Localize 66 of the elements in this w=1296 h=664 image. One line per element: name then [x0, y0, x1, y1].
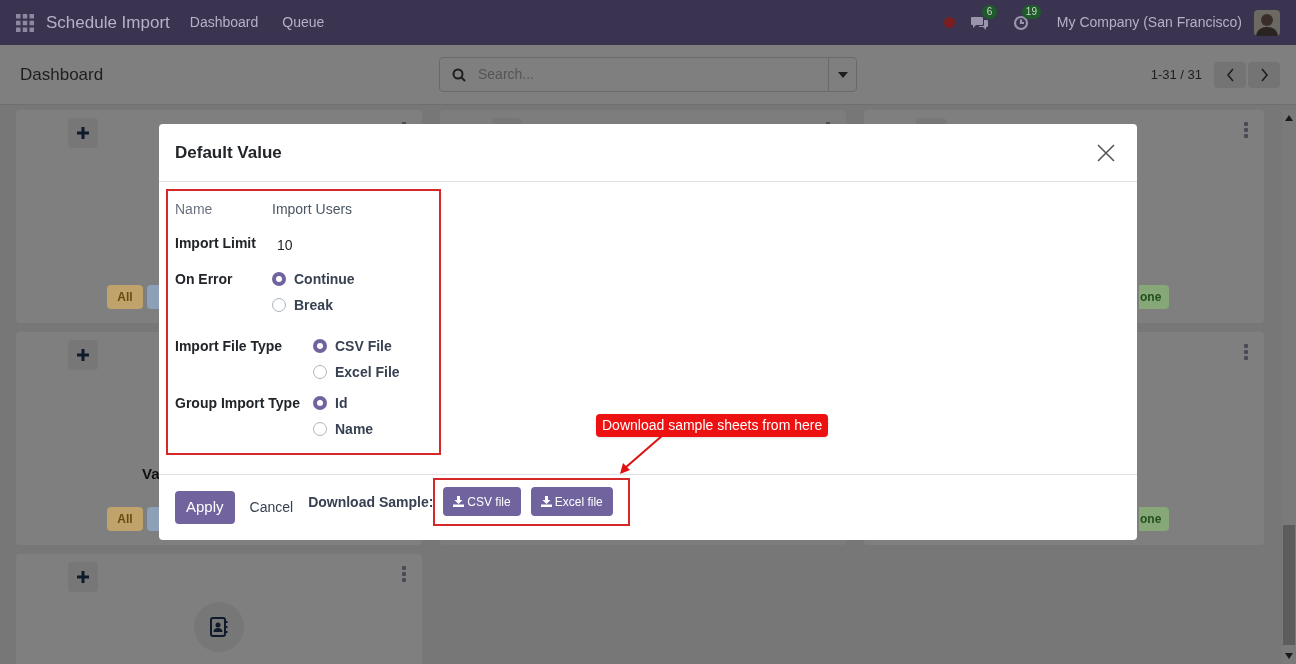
scroll-down-icon[interactable]	[1285, 653, 1293, 659]
field-label: Group Import Type	[175, 394, 301, 412]
pager-value: 1-31 / 31	[1150, 65, 1202, 84]
contact-book-icon	[194, 602, 244, 652]
dialog-title: Default Value	[175, 141, 283, 164]
add-button[interactable]	[68, 118, 98, 148]
app-title[interactable]: Schedule Import	[46, 9, 170, 36]
option-label[interactable]: Name	[335, 420, 374, 438]
menu-item[interactable]: Dashboard	[189, 12, 259, 33]
apply-button[interactable]: Apply	[175, 491, 235, 524]
tag-badge: All	[107, 507, 143, 531]
plus-icon	[77, 127, 89, 139]
number-field[interactable]: 10	[272, 236, 392, 254]
count-badge: 6	[981, 4, 998, 19]
field-label: Import Limit	[175, 234, 257, 252]
company-switcher[interactable]: My Company (San Francisco)	[1056, 12, 1242, 33]
radio-button[interactable]	[272, 272, 286, 286]
radio-button[interactable]	[313, 365, 327, 379]
plus-icon	[77, 349, 89, 361]
search-icon	[452, 67, 466, 82]
download-button[interactable]: Excel file	[530, 487, 613, 516]
scroll-up-icon[interactable]	[1285, 115, 1293, 121]
next-button[interactable]	[1248, 61, 1280, 88]
scrollbar-thumb[interactable]	[1283, 525, 1295, 645]
field-value: Import Users	[272, 200, 353, 218]
download-icon	[540, 496, 552, 507]
option-label[interactable]: Excel File	[335, 363, 400, 381]
caret-icon[interactable]	[837, 71, 848, 78]
option-label[interactable]: Id	[335, 394, 348, 412]
download-button[interactable]: CSV file	[443, 487, 521, 516]
cancel-button[interactable]: Cancel	[249, 491, 294, 524]
chevron-left-icon	[1225, 67, 1235, 82]
field-label: Import File Type	[175, 337, 284, 355]
close-button[interactable]	[1097, 143, 1115, 162]
radio-button[interactable]	[272, 298, 286, 312]
field-label: Name	[175, 200, 214, 218]
menu-item[interactable]: Queue	[282, 12, 325, 33]
radio-button[interactable]	[313, 339, 327, 353]
user-avatar[interactable]	[1254, 9, 1280, 36]
previous-button[interactable]	[1214, 61, 1246, 88]
option-label[interactable]: Break	[294, 296, 333, 314]
count-badge: 19	[1021, 4, 1041, 19]
chevron-right-icon	[1259, 67, 1269, 82]
apps-grid-icon[interactable]	[16, 13, 34, 32]
add-button[interactable]	[68, 562, 98, 592]
arrow-icon	[617, 434, 665, 476]
card-title: Va	[142, 463, 161, 484]
plus-icon	[77, 571, 89, 583]
add-button[interactable]	[68, 340, 98, 370]
radio-button[interactable]	[313, 396, 327, 410]
page-title: Dashboard	[20, 63, 105, 86]
kebab-menu-icon[interactable]	[1244, 122, 1248, 138]
download-icon	[453, 496, 465, 507]
download-label: Download Sample:	[308, 493, 434, 512]
tag-badge: one	[1139, 507, 1170, 531]
kebab-menu-icon[interactable]	[1244, 344, 1248, 360]
field-label: On Error	[175, 270, 234, 288]
radio-button[interactable]	[313, 422, 327, 436]
option-label[interactable]: Continue	[294, 270, 355, 288]
tag-badge: one	[1139, 285, 1170, 309]
clock-icon[interactable]	[1012, 14, 1029, 31]
tag-badge: All	[107, 285, 143, 309]
kebab-menu-icon[interactable]	[402, 566, 406, 582]
option-label[interactable]: CSV File	[335, 337, 392, 355]
annotation-callout: Download sample sheets from here	[596, 414, 829, 437]
chat-bubbles-icon[interactable]	[970, 14, 989, 31]
